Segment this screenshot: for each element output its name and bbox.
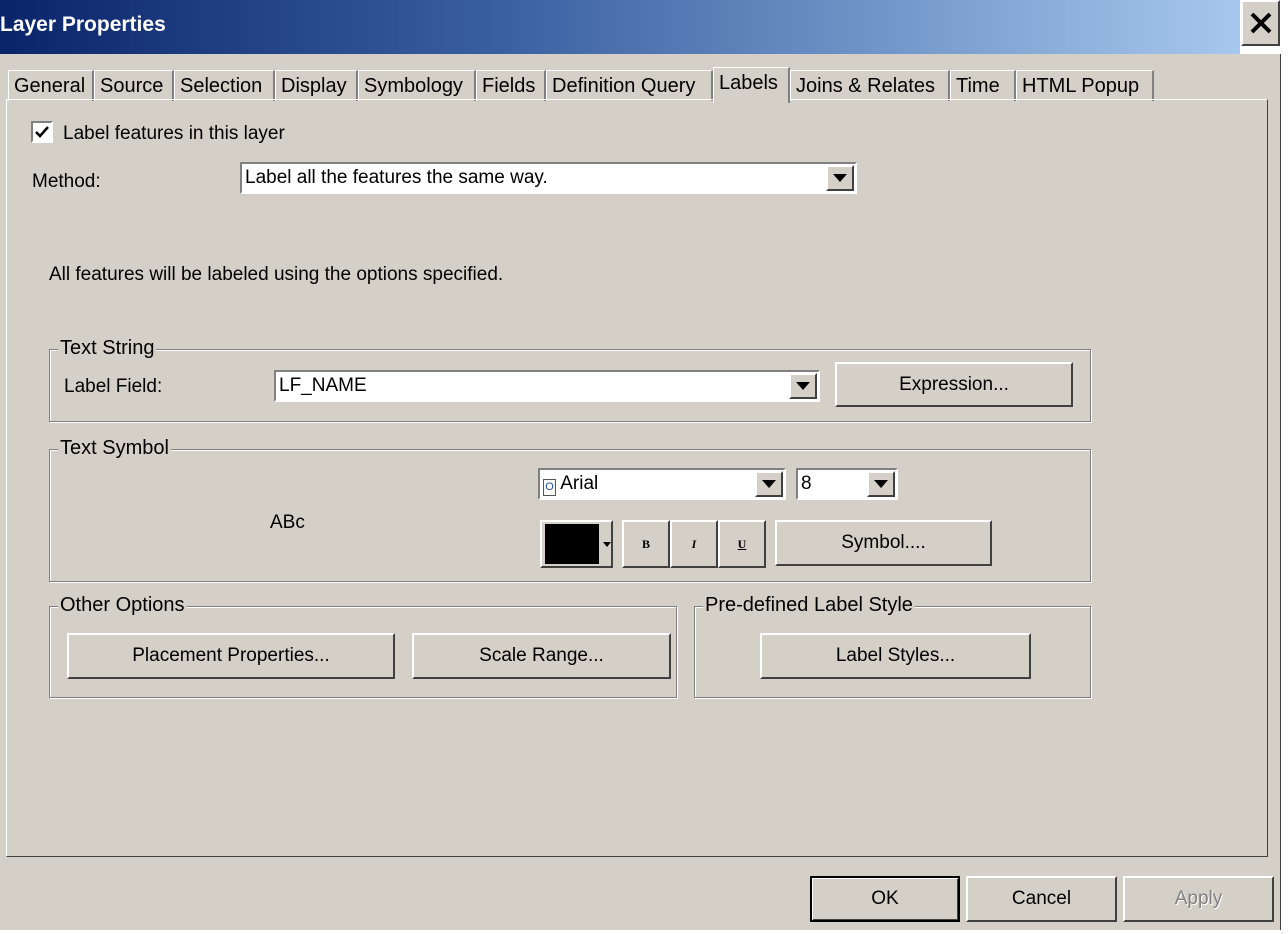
label-field-value: LF_NAME (279, 375, 367, 396)
method-value: Label all the features the same way. (245, 167, 548, 188)
tab-html-popup[interactable]: HTML Popup (1016, 70, 1154, 101)
window-title: Layer Properties (0, 13, 166, 36)
label-features-label: Label features in this layer (63, 123, 285, 144)
tab-definition-query[interactable]: Definition Query (546, 70, 713, 101)
predefined-label-style-group-label: Pre-defined Label Style (703, 594, 915, 617)
label-field-dropdown-button[interactable] (789, 373, 817, 399)
expression-button[interactable]: Expression... (835, 362, 1073, 407)
tab-labels[interactable]: Labels (713, 67, 790, 103)
label-styles-button[interactable]: Label Styles... (760, 633, 1031, 679)
chevron-down-icon (833, 174, 847, 182)
close-icon (1250, 12, 1271, 34)
method-description: All features will be labeled using the o… (49, 264, 504, 285)
chevron-down-icon (796, 382, 810, 390)
font-select[interactable]: O Arial (538, 468, 786, 500)
text-symbol-preview: ABc (270, 512, 305, 533)
color-picker-button[interactable] (540, 520, 613, 568)
dialog-body: General Source Selection Display Symbolo… (0, 54, 1281, 930)
font-type-icon: O (543, 479, 556, 496)
placement-properties-button[interactable]: Placement Properties... (67, 633, 395, 679)
text-string-group: Text String Label Field: LF_NAME Express… (49, 337, 1091, 422)
label-field-label: Label Field: (64, 376, 163, 397)
predefined-label-style-group: Pre-defined Label Style Label Styles... (694, 594, 1091, 698)
tab-joins-relates[interactable]: Joins & Relates (790, 70, 950, 101)
method-label: Method: (32, 171, 101, 192)
title-bar: Layer Properties (0, 0, 1240, 54)
font-dropdown-button[interactable] (755, 471, 783, 497)
tab-selection[interactable]: Selection (174, 70, 275, 101)
apply-button[interactable]: Apply (1123, 876, 1274, 922)
chevron-down-icon (762, 480, 776, 488)
tab-source[interactable]: Source (94, 70, 174, 101)
font-value: Arial (560, 473, 599, 494)
chevron-down-icon (603, 541, 611, 547)
tab-fields[interactable]: Fields (476, 70, 546, 101)
text-symbol-group-label: Text Symbol (58, 437, 171, 460)
bold-button[interactable]: B (622, 520, 670, 568)
symbol-button[interactable]: Symbol.... (775, 520, 992, 566)
checkmark-icon (35, 126, 49, 138)
label-features-checkbox[interactable] (31, 121, 53, 143)
font-size-dropdown-button[interactable] (867, 471, 895, 497)
font-size-value: 8 (801, 473, 812, 494)
text-symbol-group: Text Symbol ABc O Arial 8 B I U Symbol..… (49, 437, 1091, 582)
label-field-select[interactable]: LF_NAME (274, 370, 820, 402)
text-string-group-label: Text String (58, 337, 157, 360)
scale-range-button[interactable]: Scale Range... (412, 633, 671, 679)
tab-symbology[interactable]: Symbology (358, 70, 476, 101)
underline-button[interactable]: U (718, 520, 766, 568)
chevron-down-icon (874, 480, 888, 488)
other-options-group-label: Other Options (58, 594, 187, 617)
labels-panel: Label features in this layer Method: Lab… (6, 99, 1268, 857)
tab-time[interactable]: Time (950, 70, 1016, 101)
close-button[interactable] (1241, 0, 1280, 46)
italic-button[interactable]: I (670, 520, 718, 568)
tab-display[interactable]: Display (275, 70, 358, 101)
tab-general[interactable]: General (8, 70, 94, 101)
ok-button[interactable]: OK (810, 876, 960, 922)
other-options-group: Other Options Placement Properties... Sc… (49, 594, 677, 698)
method-select[interactable]: Label all the features the same way. (240, 162, 857, 194)
color-swatch (545, 524, 599, 564)
cancel-button[interactable]: Cancel (966, 876, 1117, 922)
method-dropdown-button[interactable] (826, 165, 854, 191)
font-size-select[interactable]: 8 (796, 468, 898, 500)
